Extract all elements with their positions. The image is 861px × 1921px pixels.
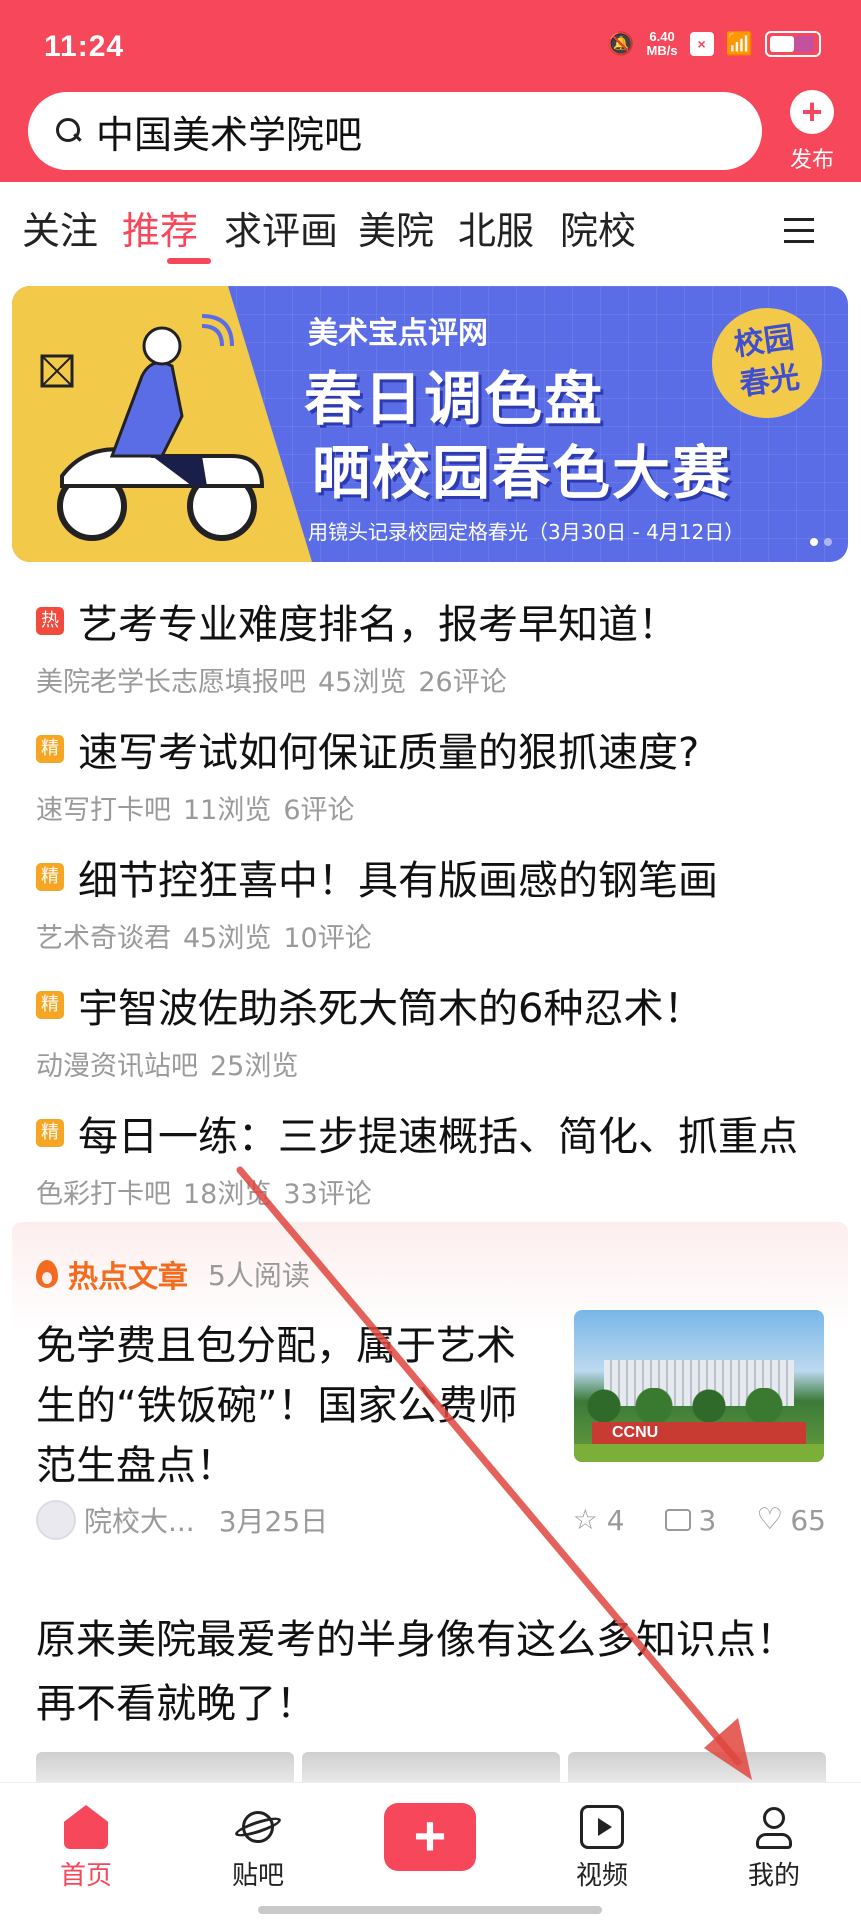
hot-article-thumbnail: CCNU [574, 1310, 824, 1462]
post-comments: 10评论 [283, 923, 372, 954]
tab-academy[interactable]: 美院 [358, 200, 434, 255]
post-title: 细节控狂喜中！具有版画感的钢笔画 [78, 858, 718, 904]
plus-icon: + [790, 90, 834, 134]
star-icon: ☆ [572, 1503, 598, 1536]
post-item[interactable]: 精 宇智波佐助杀死大筒木的6种忍术！ 动漫资讯站吧 25浏览 [36, 976, 856, 1083]
post-title: 艺考专业难度排名，报考早知道！ [78, 602, 678, 648]
hot-article-reads: 5人阅读 [208, 1259, 310, 1292]
avatar[interactable] [36, 1500, 76, 1540]
nav-video-label: 视频 [575, 1861, 628, 1891]
flame-icon [36, 1260, 58, 1288]
star-count: 4 [606, 1503, 625, 1537]
top-header: 11:24 🔕 6.40 MB/s × 📶 中国美术学院吧 + 发布 [0, 0, 861, 182]
post-forum: 美院老学长志愿填报吧 [36, 667, 306, 698]
nav-home-label: 首页 [59, 1861, 112, 1891]
status-icons: 🔕 6.40 MB/s × 📶 [607, 30, 821, 58]
home-icon [64, 1805, 108, 1849]
featured-tag: 精 [36, 863, 64, 891]
nav-me[interactable]: 我的 [724, 1805, 824, 1892]
wifi-icon: 📶 [725, 31, 753, 57]
hot-tag: 热 [36, 607, 64, 635]
banner-title-line2: 晒校园春色大赛 [312, 439, 733, 507]
banner-brand: 美术宝点评网 [308, 316, 488, 351]
like-count: 65 [790, 1503, 826, 1537]
hot-article-card[interactable]: 热点文章 5人阅读 免学费且包分配，属于艺术生的“铁饭碗”！国家公费师范生盘点！… [12, 1222, 848, 1584]
post-views: 11浏览 [183, 795, 272, 826]
thumbnail-sign: CCNU [592, 1422, 806, 1444]
post-title: 宇智波佐助杀死大筒木的6种忍术！ [78, 986, 704, 1032]
post-forum: 动漫资讯站吧 [36, 1051, 198, 1082]
post-views: 25浏览 [210, 1051, 299, 1082]
post-comments: 33评论 [283, 1179, 372, 1210]
featured-tag: 精 [36, 735, 64, 763]
post-item[interactable]: 精 细节控狂喜中！具有版画感的钢笔画 艺术奇谈君 45浏览 10评论 [36, 848, 856, 955]
banner-title-line1: 春日调色盘 [304, 365, 605, 433]
nav-video[interactable]: 视频 [552, 1805, 652, 1892]
search-icon [56, 118, 82, 144]
article-image-strip [36, 1752, 826, 1782]
search-query: 中国美术学院吧 [96, 112, 363, 157]
post-item[interactable]: 精 速写考试如何保证质量的狠抓速度? 速写打卡吧 11浏览 6评论 [36, 720, 856, 827]
hot-article-title: 免学费且包分配，属于艺术生的“铁饭碗”！国家公费师范生盘点！ [36, 1323, 518, 1489]
promo-banner[interactable]: 美术宝点评网 春日调色盘 晒校园春色大赛 用镜头记录校园定格春光（3月30日 -… [12, 286, 848, 562]
tab-critique[interactable]: 求评画 [224, 200, 338, 255]
banner-pagination [810, 538, 832, 546]
comment-button[interactable]: 3 [664, 1503, 717, 1537]
author-name[interactable]: 院校大... [84, 1500, 195, 1540]
post-item[interactable]: 精 每日一练：三步提速概括、简化、抓重点 色彩打卡吧 18浏览 33评论 [36, 1104, 856, 1211]
gesture-bar [258, 1906, 602, 1914]
post-date: 3月25日 [218, 1505, 329, 1538]
search-bar[interactable]: 中国美术学院吧 [28, 92, 762, 170]
comment-count: 3 [698, 1503, 717, 1537]
menu-icon[interactable] [784, 218, 814, 251]
tab-beifu[interactable]: 北服 [458, 200, 534, 255]
category-tabs: 关注 推荐 求评画 美院 北服 院校 [0, 182, 861, 272]
post-forum: 艺术奇谈君 [36, 923, 171, 954]
featured-tag: 精 [36, 991, 64, 1019]
post-views: 18浏览 [183, 1179, 272, 1210]
post-forum: 速写打卡吧 [36, 795, 171, 826]
post-views: 45浏览 [183, 923, 272, 954]
banner-subtitle: 用镜头记录校园定格春光（3月30日 - 4月12日） [308, 520, 745, 544]
nav-forum-label: 贴吧 [231, 1861, 284, 1891]
heart-icon: ♡ [756, 1502, 784, 1537]
tab-active-indicator [167, 258, 211, 264]
notification-x-icon: × [689, 32, 714, 56]
post-forum: 色彩打卡吧 [36, 1179, 171, 1210]
hot-article-label: 热点文章 [68, 1260, 188, 1295]
battery-icon [765, 31, 821, 57]
comment-icon [664, 1509, 691, 1531]
speed-value: 6.40 [649, 29, 675, 44]
speed-unit: MB/s [646, 43, 678, 58]
like-button[interactable]: ♡ 65 [756, 1504, 826, 1537]
create-post-button[interactable]: + [384, 1803, 476, 1871]
status-time: 11:24 [44, 30, 125, 63]
publish-button[interactable]: + 发布 [782, 90, 842, 174]
nav-forum[interactable]: 贴吧 [208, 1805, 308, 1892]
nav-home[interactable]: 首页 [36, 1805, 136, 1892]
scooter-rider-illustration [40, 314, 265, 541]
post-views: 45浏览 [318, 667, 407, 698]
tab-recommend[interactable]: 推荐 [122, 200, 198, 255]
post-item[interactable]: 热 艺考专业难度排名，报考早知道！ 美院老学长志愿填报吧 45浏览 26评论 [36, 592, 856, 699]
mute-icon: 🔕 [607, 31, 635, 57]
publish-label: 发布 [789, 148, 834, 173]
post-comments: 6评论 [283, 795, 355, 826]
video-icon [580, 1805, 624, 1849]
bottom-nav: 首页 贴吧 + 视频 我的 [0, 1782, 861, 1921]
post-title: 每日一练：三步提速概括、简化、抓重点 [78, 1114, 798, 1160]
post-comments: 26评论 [418, 667, 507, 698]
tab-schools[interactable]: 院校 [560, 200, 636, 255]
network-speed: 6.40 MB/s [647, 30, 678, 58]
plus-icon: + [413, 1804, 447, 1867]
featured-tag: 精 [36, 1119, 64, 1147]
tab-follow[interactable]: 关注 [22, 200, 98, 255]
post-title: 速写考试如何保证质量的狠抓速度? [78, 730, 700, 776]
planet-icon [236, 1805, 280, 1849]
star-button[interactable]: ☆ 4 [573, 1504, 625, 1537]
me-icon [752, 1805, 796, 1849]
article-title[interactable]: 原来美院最爱考的半身像有这么多知识点！再不看就晚了！ [36, 1608, 796, 1736]
nav-me-label: 我的 [747, 1861, 800, 1891]
